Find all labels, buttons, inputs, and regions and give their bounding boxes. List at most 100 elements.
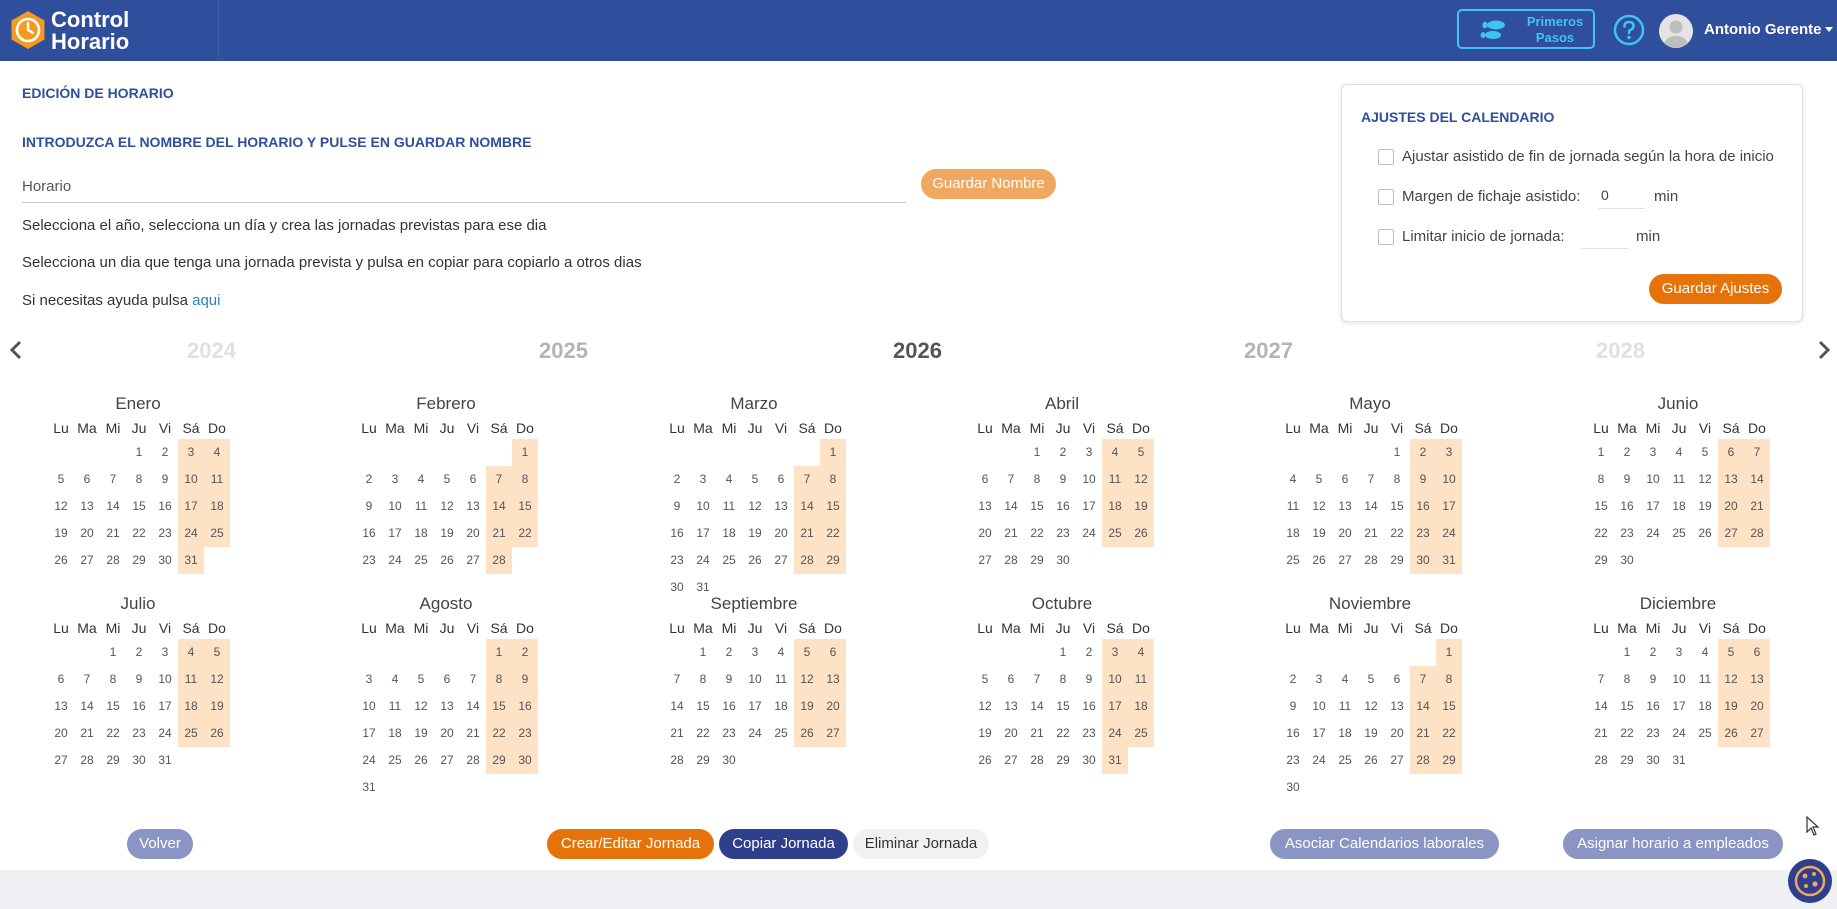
day-cell[interactable]: 10 (382, 493, 408, 520)
weekend-day[interactable]: 12 (204, 666, 230, 693)
weekend-day[interactable]: 8 (820, 466, 846, 493)
create-edit-shift-button[interactable]: Crear/Editar Jornada (547, 829, 714, 859)
weekend-day[interactable]: 29 (486, 747, 512, 774)
day-cell[interactable]: 5 (1358, 666, 1384, 693)
day-cell[interactable]: 17 (382, 520, 408, 547)
day-cell[interactable]: 10 (356, 693, 382, 720)
day-cell[interactable]: 31 (356, 774, 382, 801)
day-cell[interactable]: 29 (1050, 747, 1076, 774)
weekend-day[interactable]: 18 (1102, 493, 1128, 520)
day-cell[interactable]: 12 (972, 693, 998, 720)
day-cell[interactable]: 13 (48, 693, 74, 720)
weekend-day[interactable]: 5 (204, 639, 230, 666)
weekend-day[interactable]: 10 (1102, 666, 1128, 693)
weekend-day[interactable]: 23 (1410, 520, 1436, 547)
day-cell[interactable]: 16 (664, 520, 690, 547)
day-cell[interactable]: 4 (768, 639, 794, 666)
day-cell[interactable]: 19 (434, 520, 460, 547)
day-cell[interactable]: 24 (690, 547, 716, 574)
day-cell[interactable]: 5 (434, 466, 460, 493)
day-cell[interactable]: 18 (768, 693, 794, 720)
weekend-day[interactable]: 25 (1102, 520, 1128, 547)
weekend-day[interactable]: 13 (1718, 466, 1744, 493)
weekend-day[interactable]: 19 (794, 693, 820, 720)
weekend-day[interactable]: 15 (512, 493, 538, 520)
day-cell[interactable]: 3 (382, 466, 408, 493)
weekend-day[interactable]: 17 (178, 493, 204, 520)
limit-start-checkbox[interactable] (1378, 229, 1394, 245)
day-cell[interactable]: 28 (1024, 747, 1050, 774)
day-cell[interactable]: 14 (1024, 693, 1050, 720)
day-cell[interactable]: 23 (1050, 520, 1076, 547)
day-cell[interactable]: 5 (1306, 466, 1332, 493)
weekend-day[interactable]: 19 (1718, 693, 1744, 720)
day-cell[interactable]: 15 (1384, 493, 1410, 520)
day-cell[interactable]: 13 (460, 493, 486, 520)
day-cell[interactable]: 6 (434, 666, 460, 693)
day-cell[interactable]: 10 (152, 666, 178, 693)
weekend-day[interactable]: 5 (794, 639, 820, 666)
day-cell[interactable]: 26 (1358, 747, 1384, 774)
day-cell[interactable]: 1 (1050, 639, 1076, 666)
day-cell[interactable]: 17 (1640, 493, 1666, 520)
day-cell[interactable]: 25 (1666, 520, 1692, 547)
day-cell[interactable]: 21 (74, 720, 100, 747)
day-cell[interactable]: 18 (408, 520, 434, 547)
weekend-day[interactable]: 28 (486, 547, 512, 574)
day-cell[interactable]: 16 (1076, 693, 1102, 720)
weekend-day[interactable]: 3 (178, 439, 204, 466)
day-cell[interactable]: 11 (1332, 693, 1358, 720)
day-cell[interactable]: 2 (716, 639, 742, 666)
day-cell[interactable]: 4 (408, 466, 434, 493)
save-name-button[interactable]: Guardar Nombre (921, 169, 1056, 199)
weekend-day[interactable]: 22 (820, 520, 846, 547)
day-cell[interactable]: 6 (460, 466, 486, 493)
weekend-day[interactable]: 26 (1718, 720, 1744, 747)
weekend-day[interactable]: 30 (1410, 547, 1436, 574)
day-cell[interactable]: 29 (690, 747, 716, 774)
weekend-day[interactable]: 1 (486, 639, 512, 666)
day-cell[interactable]: 17 (1076, 493, 1102, 520)
day-cell[interactable]: 21 (1588, 720, 1614, 747)
weekend-day[interactable]: 17 (1102, 693, 1128, 720)
day-cell[interactable]: 25 (382, 747, 408, 774)
weekend-day[interactable]: 13 (820, 666, 846, 693)
day-cell[interactable]: 2 (1280, 666, 1306, 693)
weekend-day[interactable]: 7 (1744, 439, 1770, 466)
chevron-left-icon[interactable] (6, 338, 26, 362)
weekend-day[interactable]: 21 (1744, 493, 1770, 520)
day-cell[interactable]: 2 (664, 466, 690, 493)
day-cell[interactable]: 11 (768, 666, 794, 693)
day-cell[interactable]: 18 (382, 720, 408, 747)
day-cell[interactable]: 15 (1614, 693, 1640, 720)
day-cell[interactable]: 10 (742, 666, 768, 693)
caret-down-icon[interactable] (1825, 27, 1833, 32)
primeros-pasos-button[interactable]: Primeros Pasos (1457, 9, 1595, 49)
day-cell[interactable]: 7 (460, 666, 486, 693)
margin-input[interactable] (1598, 182, 1645, 209)
day-cell[interactable]: 17 (152, 693, 178, 720)
day-cell[interactable]: 13 (768, 493, 794, 520)
weekend-day[interactable]: 29 (1436, 747, 1462, 774)
day-cell[interactable]: 29 (126, 547, 152, 574)
day-cell[interactable]: 1 (100, 639, 126, 666)
day-cell[interactable]: 20 (1332, 520, 1358, 547)
weekend-day[interactable]: 18 (178, 693, 204, 720)
day-cell[interactable]: 27 (998, 747, 1024, 774)
weekend-day[interactable]: 13 (1744, 666, 1770, 693)
day-cell[interactable]: 4 (1332, 666, 1358, 693)
day-cell[interactable]: 29 (1024, 547, 1050, 574)
day-cell[interactable]: 7 (664, 666, 690, 693)
day-cell[interactable]: 27 (434, 747, 460, 774)
day-cell[interactable]: 22 (126, 520, 152, 547)
day-cell[interactable]: 11 (1692, 666, 1718, 693)
day-cell[interactable]: 22 (1614, 720, 1640, 747)
weekend-day[interactable]: 3 (1102, 639, 1128, 666)
weekend-day[interactable]: 15 (1436, 693, 1462, 720)
day-cell[interactable]: 15 (1024, 493, 1050, 520)
day-cell[interactable]: 21 (460, 720, 486, 747)
day-cell[interactable]: 7 (74, 666, 100, 693)
day-cell[interactable]: 16 (1050, 493, 1076, 520)
day-cell[interactable]: 24 (1640, 520, 1666, 547)
weekend-day[interactable]: 26 (794, 720, 820, 747)
